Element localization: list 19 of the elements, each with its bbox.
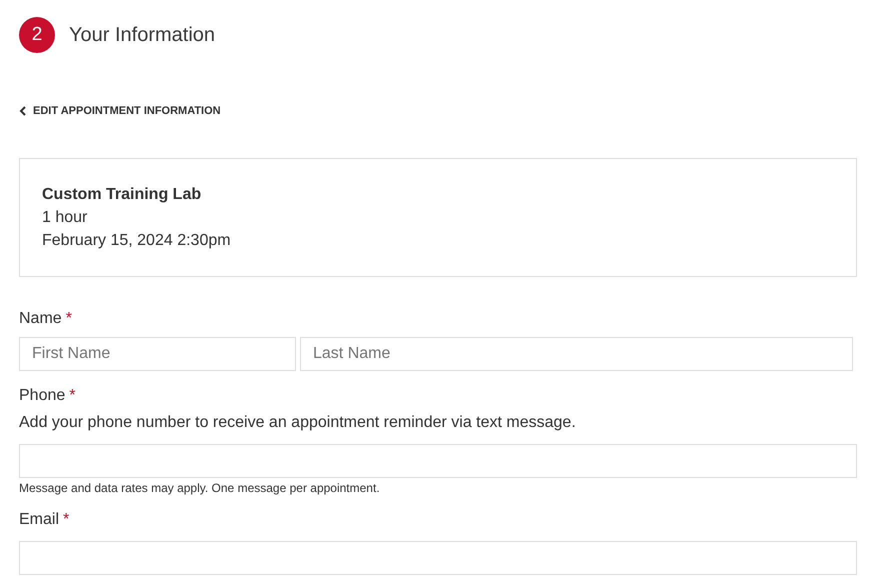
field-label: Email — [19, 511, 60, 529]
appointment-duration: 1 hour — [42, 208, 88, 228]
text-input-field[interactable] — [19, 541, 857, 575]
text-input-field[interactable]: First Name — [19, 337, 296, 371]
required-mark: * — [69, 387, 76, 405]
required-mark: * — [66, 310, 72, 328]
step-number-badge: 2 — [19, 17, 55, 53]
required-mark: * — [63, 511, 70, 529]
field-help-text: Add your phone number to receive an appointment reminder via text message. — [19, 414, 577, 432]
step-title: Your Information — [69, 24, 216, 46]
chevron-left-icon — [19, 106, 27, 116]
service-name: Custom Training Lab — [42, 185, 202, 205]
field-label: Phone — [19, 387, 66, 405]
appointment-datetime: February 15, 2024 2:30pm — [42, 231, 232, 251]
field-label: Name — [19, 310, 62, 328]
text-input-field[interactable] — [19, 444, 857, 478]
text-input-field[interactable]: Last Name — [300, 337, 853, 371]
edit-appointment-link[interactable]: EDIT APPOINTMENT INFORMATION — [19, 105, 221, 117]
field-note: Message and data rates may apply. One message per appointment. — [19, 481, 381, 495]
